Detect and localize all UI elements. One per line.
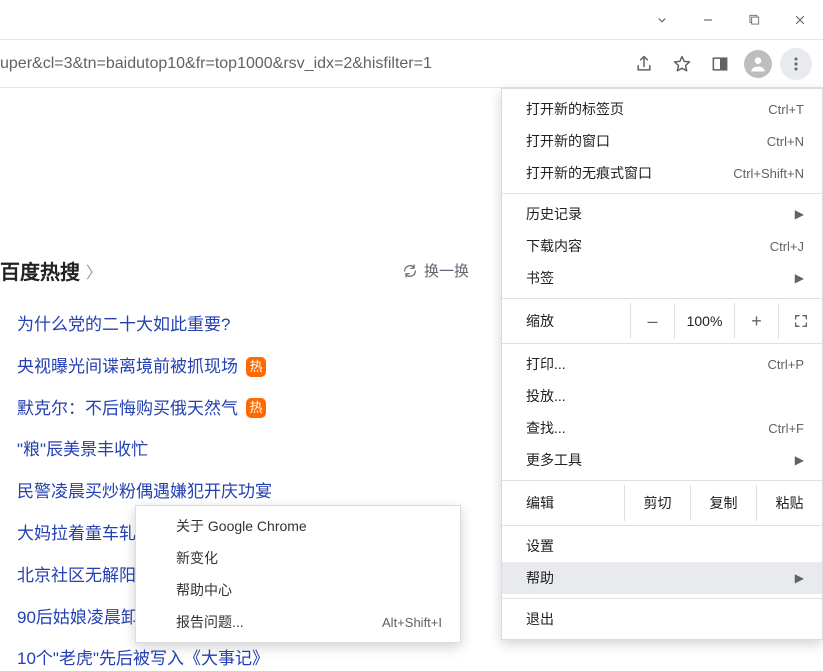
chevron-right-icon: ▶ bbox=[795, 453, 804, 467]
chevron-down-icon bbox=[655, 13, 669, 27]
bookmark-button[interactable] bbox=[663, 45, 701, 83]
star-icon bbox=[672, 54, 692, 74]
person-icon bbox=[748, 54, 768, 74]
edit-paste-button[interactable]: 粘贴 bbox=[756, 485, 822, 521]
menu-separator bbox=[502, 193, 822, 194]
hot-link[interactable]: 90后姑娘凌晨卸 bbox=[17, 606, 138, 630]
menu-separator bbox=[502, 525, 822, 526]
menu-bookmarks[interactable]: 书签▶ bbox=[502, 262, 822, 294]
hot-title[interactable]: 百度热搜 bbox=[0, 256, 80, 285]
tab-dropdown-button[interactable] bbox=[639, 0, 685, 40]
zoom-value: 100% bbox=[674, 303, 734, 339]
menu-edit: 编辑 剪切 复制 粘贴 bbox=[502, 485, 822, 521]
menu-separator bbox=[502, 298, 822, 299]
menu-help[interactable]: 帮助▶ bbox=[502, 562, 822, 594]
menu-incognito[interactable]: 打开新的无痕式窗口Ctrl+Shift+N bbox=[502, 157, 822, 189]
edit-cut-button[interactable]: 剪切 bbox=[624, 485, 690, 521]
profile-button[interactable] bbox=[739, 45, 777, 83]
share-button[interactable] bbox=[625, 45, 663, 83]
zoom-out-button[interactable]: – bbox=[630, 303, 674, 339]
sidepanel-button[interactable] bbox=[701, 45, 739, 83]
hot-link[interactable]: 10个"老虎"先后被写入《大事记》 bbox=[17, 647, 269, 671]
kebab-icon bbox=[786, 54, 806, 74]
address-bar: uper&cl=3&tn=baidutop10&fr=top1000&rsv_i… bbox=[0, 40, 823, 88]
window-titlebar bbox=[0, 0, 823, 40]
hot-link[interactable]: "粮"辰美景丰收忙 bbox=[17, 438, 148, 462]
menu-exit[interactable]: 退出 bbox=[502, 603, 822, 635]
help-center[interactable]: 帮助中心 bbox=[136, 574, 460, 606]
fullscreen-button[interactable] bbox=[778, 303, 822, 339]
menu-downloads[interactable]: 下载内容Ctrl+J bbox=[502, 230, 822, 262]
menu-find[interactable]: 查找...Ctrl+F bbox=[502, 412, 822, 444]
chevron-right-icon: ▶ bbox=[795, 207, 804, 221]
chevron-right-icon: 〉 bbox=[86, 259, 102, 283]
close-button[interactable] bbox=[777, 0, 823, 40]
chevron-right-icon: ▶ bbox=[795, 271, 804, 285]
hot-badge: 热 bbox=[246, 398, 266, 418]
hot-link[interactable]: 大妈拉着童车轧 bbox=[17, 522, 136, 546]
menu-new-window[interactable]: 打开新的窗口Ctrl+N bbox=[502, 125, 822, 157]
hot-badge: 热 bbox=[246, 357, 266, 377]
chrome-menu: 打开新的标签页Ctrl+T 打开新的窗口Ctrl+N 打开新的无痕式窗口Ctrl… bbox=[501, 88, 823, 640]
kebab-wrap bbox=[780, 48, 812, 80]
minimize-button[interactable] bbox=[685, 0, 731, 40]
menu-cast[interactable]: 投放... bbox=[502, 380, 822, 412]
zoom-label: 缩放 bbox=[526, 311, 630, 331]
edit-copy-button[interactable]: 复制 bbox=[690, 485, 756, 521]
chrome-menu-button[interactable] bbox=[777, 45, 815, 83]
help-submenu: 关于 Google Chrome 新变化 帮助中心 报告问题...Alt+Shi… bbox=[135, 505, 461, 643]
menu-settings[interactable]: 设置 bbox=[502, 530, 822, 562]
menu-new-tab[interactable]: 打开新的标签页Ctrl+T bbox=[502, 93, 822, 125]
fullscreen-icon bbox=[793, 313, 809, 329]
chevron-right-icon: ▶ bbox=[795, 571, 804, 585]
zoom-controls: – 100% + bbox=[630, 303, 822, 339]
hot-link[interactable]: 为什么党的二十大如此重要? bbox=[17, 313, 230, 337]
sidepanel-icon bbox=[710, 54, 730, 74]
menu-separator bbox=[502, 343, 822, 344]
refresh-button[interactable]: 换一换 bbox=[402, 260, 469, 281]
hot-link[interactable]: 默克尔：不后悔购买俄天然气 bbox=[17, 397, 238, 421]
menu-separator bbox=[502, 480, 822, 481]
hot-link[interactable]: 北京社区无解阳 bbox=[17, 564, 136, 588]
list-item: 10个"老虎"先后被写入《大事记》 bbox=[0, 647, 823, 671]
menu-separator bbox=[502, 598, 822, 599]
url-text[interactable]: uper&cl=3&tn=baidutop10&fr=top1000&rsv_i… bbox=[0, 55, 625, 73]
menu-zoom: 缩放 – 100% + bbox=[502, 303, 822, 339]
refresh-label: 换一换 bbox=[424, 260, 469, 281]
close-icon bbox=[793, 13, 807, 27]
menu-history[interactable]: 历史记录▶ bbox=[502, 198, 822, 230]
avatar bbox=[744, 50, 772, 78]
minimize-icon bbox=[701, 13, 715, 27]
edit-label: 编辑 bbox=[526, 493, 624, 513]
help-whats-new[interactable]: 新变化 bbox=[136, 542, 460, 574]
share-icon bbox=[634, 54, 654, 74]
help-about[interactable]: 关于 Google Chrome bbox=[136, 510, 460, 542]
zoom-in-button[interactable]: + bbox=[734, 303, 778, 339]
maximize-icon bbox=[747, 13, 761, 27]
menu-print[interactable]: 打印...Ctrl+P bbox=[502, 348, 822, 380]
maximize-button[interactable] bbox=[731, 0, 777, 40]
hot-link[interactable]: 民警凌晨买炒粉偶遇嫌犯开庆功宴 bbox=[17, 480, 272, 504]
help-report[interactable]: 报告问题...Alt+Shift+I bbox=[136, 606, 460, 638]
menu-more-tools[interactable]: 更多工具▶ bbox=[502, 444, 822, 476]
refresh-icon bbox=[402, 263, 418, 279]
hot-link[interactable]: 央视曝光间谍离境前被抓现场 bbox=[17, 355, 238, 379]
